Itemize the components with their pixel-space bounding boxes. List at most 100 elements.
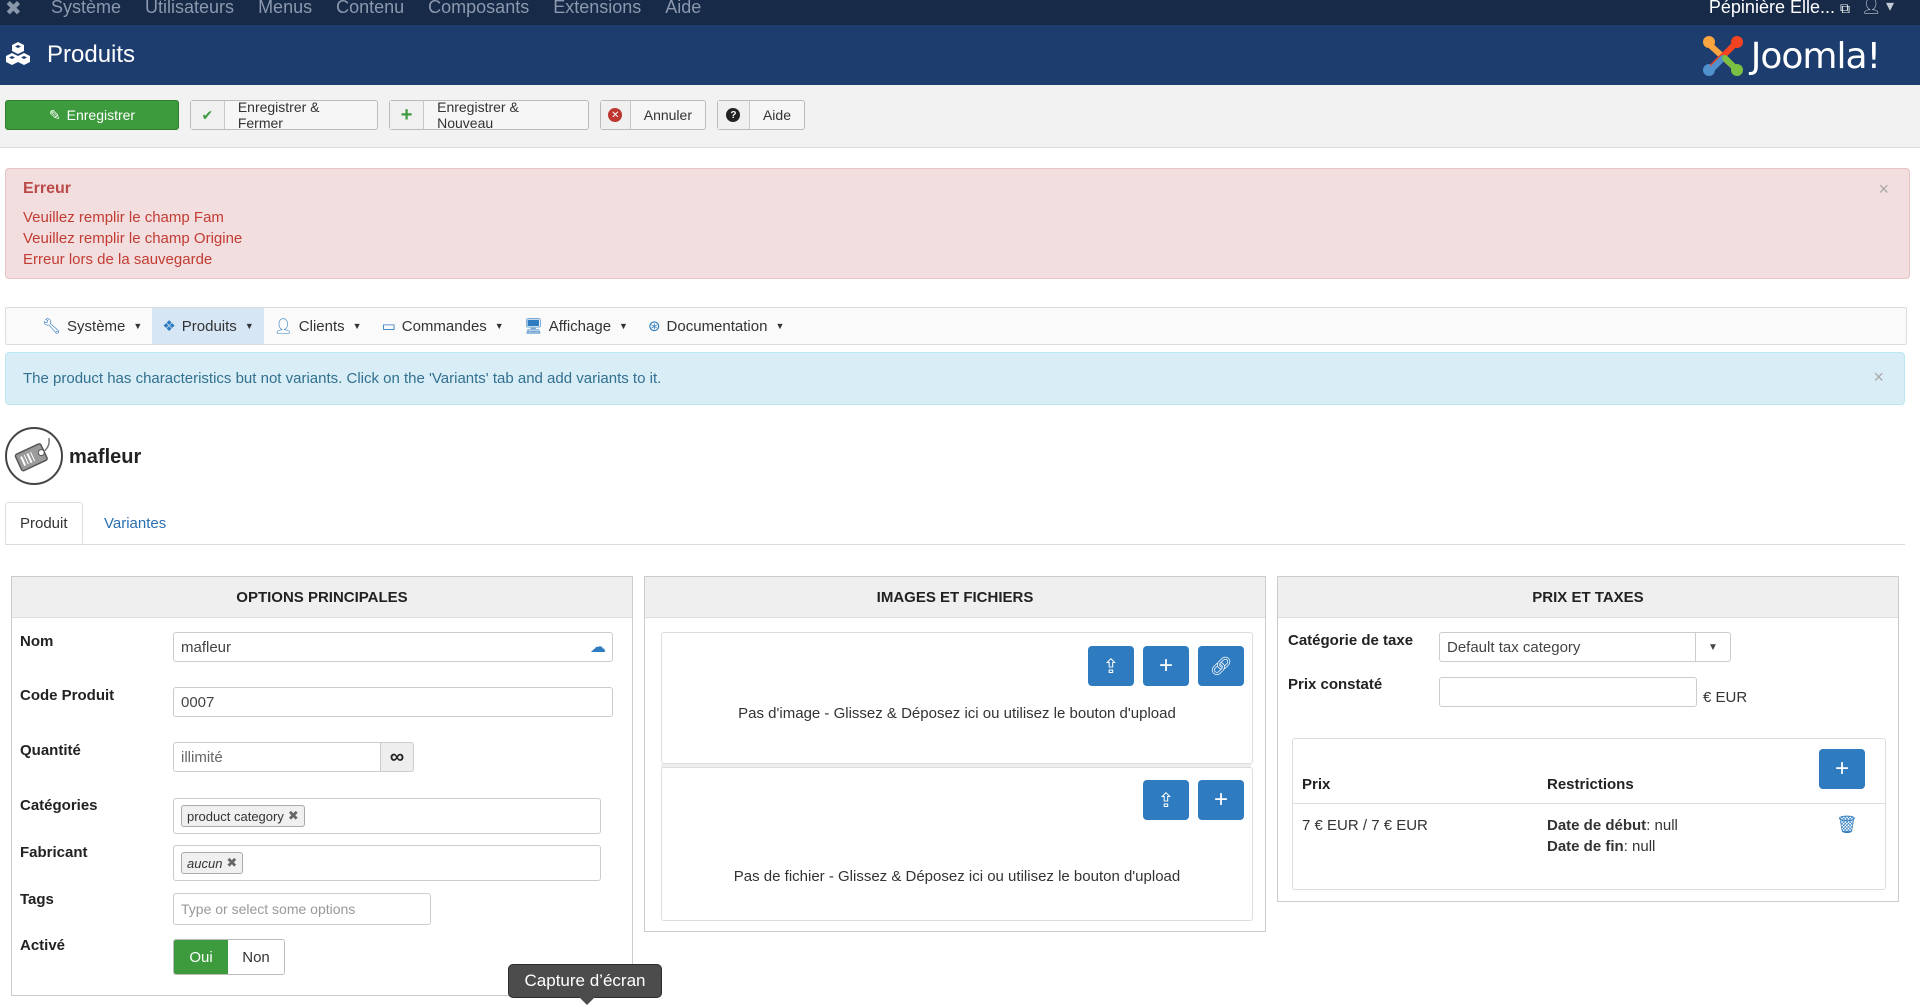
menu-menus[interactable]: Menus — [258, 0, 312, 18]
start-date-value: : null — [1646, 817, 1678, 834]
infinity-icon: ∞ — [389, 745, 405, 768]
menu-help[interactable]: Aide — [665, 0, 701, 18]
listed-price-input[interactable] — [1439, 677, 1697, 707]
error-message: Veuillez remplir le champ Fam — [23, 209, 224, 226]
name-label: Nom — [20, 633, 54, 650]
subnav-clients[interactable]: 👤︎ Clients ▼ — [264, 308, 372, 344]
categories-label: Catégories — [20, 797, 98, 814]
page-title: Produits — [47, 41, 136, 68]
tags-placeholder: Type or select some options — [181, 901, 356, 917]
infinity-button[interactable]: ∞ — [380, 742, 414, 772]
yes-option[interactable]: Oui — [174, 940, 228, 974]
help-label: Aide — [762, 107, 791, 123]
subnav-system[interactable]: 🔧︎ Système ▼ — [6, 308, 152, 344]
admin-menu: Système Utilisateurs Menus Contenu Compo… — [51, 0, 701, 18]
product-tag-icon — [5, 427, 63, 485]
subnav-documentation[interactable]: ⊛ Documentation ▼ — [638, 308, 794, 344]
menu-components[interactable]: Composants — [428, 0, 529, 18]
listed-price-label: Prix constaté — [1288, 676, 1383, 693]
price-tax-panel: PRIX ET TAXES Catégorie de taxe Default … — [1277, 576, 1899, 902]
wrench-icon: 🔧︎ — [42, 318, 62, 335]
subnav-orders[interactable]: ▭ Commandes ▼ — [372, 308, 514, 344]
user-icon[interactable]: 👤︎ ▾ — [1861, 0, 1894, 16]
component-menu: 🔧︎ Système ▼ ❖ Produits ▼ 👤︎ Clients ▼ ▭… — [5, 307, 1907, 345]
help-button[interactable]: ? Aide — [717, 100, 805, 130]
quantity-label: Quantité — [20, 742, 81, 759]
no-file-text: Pas de fichier - Glissez & Déposez ici o… — [733, 868, 1181, 885]
tax-category-select[interactable]: Default tax category ▼ — [1439, 632, 1731, 662]
manufacturer-chip[interactable]: aucun ✖ — [181, 852, 244, 874]
product-tabs: Produit Variantes — [5, 502, 1905, 545]
quantity-input[interactable]: illimité — [173, 742, 381, 772]
tags-input[interactable]: Type or select some options — [173, 893, 431, 925]
menu-users[interactable]: Utilisateurs — [145, 0, 234, 18]
joomla-small-icon[interactable]: ✖ — [5, 0, 22, 21]
lifebuoy-icon: ⊛ — [647, 318, 661, 335]
save-close-button[interactable]: ✔ Enregistrer & Fermer — [190, 99, 378, 131]
add-file-button[interactable]: + — [1198, 780, 1244, 820]
site-link[interactable]: Pépinière Elle... ⧉ — [1709, 0, 1850, 18]
manufacturer-chip-label: aucun — [187, 855, 223, 871]
product-code-input[interactable]: 0007 — [173, 687, 613, 717]
upload-icon: ⇪ — [1102, 655, 1120, 678]
upload-image-button[interactable]: ⇪ — [1088, 646, 1134, 686]
close-icon[interactable]: × — [1878, 179, 1889, 200]
category-chip-label: product category — [187, 808, 284, 824]
tooltip-text: Capture d’écran — [524, 971, 646, 990]
images-files-panel: IMAGES ET FICHIERS ⇪ + 🔗︎ Pas d'image - … — [644, 576, 1266, 932]
product-code-value: 0007 — [181, 693, 215, 711]
price-value: 7 € EUR / 7 € EUR — [1302, 817, 1428, 834]
monitor-icon: 🖥︎ — [523, 318, 543, 335]
tab-label: Variantes — [104, 514, 167, 532]
remove-icon[interactable]: ✖ — [288, 808, 299, 824]
end-date: Date de fin: null — [1547, 838, 1655, 855]
close-icon[interactable]: × — [1873, 367, 1884, 388]
active-toggle: Oui Non — [173, 939, 285, 975]
edit-icon: ✎ — [48, 106, 61, 123]
menu-content[interactable]: Contenu — [336, 0, 404, 18]
add-image-button[interactable]: + — [1143, 646, 1189, 686]
link-image-button[interactable]: 🔗︎ — [1198, 646, 1244, 686]
restrictions-column-header: Restrictions — [1547, 776, 1634, 793]
price-column-header: Prix — [1302, 776, 1331, 793]
category-chip[interactable]: product category ✖ — [181, 805, 305, 827]
tab-product[interactable]: Produit — [5, 502, 83, 544]
tab-label: Produit — [20, 514, 68, 532]
upload-file-button[interactable]: ⇪ — [1143, 780, 1189, 820]
quantity-value: illimité — [181, 748, 223, 766]
tab-variants[interactable]: Variantes — [90, 502, 180, 544]
file-dropzone[interactable]: ⇪ + Pas de fichier - Glissez & Déposez i… — [661, 767, 1253, 921]
joomla-wordmark: Joomla! — [1750, 35, 1881, 77]
no-option[interactable]: Non — [228, 940, 284, 974]
subnav-display[interactable]: 🖥︎ Affichage ▼ — [514, 308, 638, 344]
menu-extensions[interactable]: Extensions — [553, 0, 641, 18]
save-button[interactable]: ✎ Enregistrer — [5, 100, 179, 130]
cancel-button[interactable]: ✕ Annuler — [600, 100, 706, 130]
add-price-button[interactable]: + — [1819, 749, 1865, 789]
joomla-logo-icon — [1702, 36, 1743, 76]
manufacturer-select[interactable]: aucun ✖ — [173, 845, 601, 881]
subnav-products[interactable]: ❖ Produits ▼ — [152, 308, 264, 344]
cancel-label: Annuler — [643, 107, 692, 123]
subnav-label: Système — [67, 317, 126, 335]
translate-icon[interactable]: ☁︎ — [590, 637, 606, 657]
caret-down-icon[interactable]: ▼ — [1695, 633, 1730, 661]
save-new-button[interactable]: + Enregistrer & Nouveau — [389, 99, 589, 131]
trash-icon[interactable]: 🗑︎ — [1836, 815, 1858, 835]
error-message: Erreur lors de la sauvegarde — [23, 251, 213, 268]
cancel-circle-icon: ✕ — [601, 101, 631, 129]
plus-icon: + — [1158, 652, 1173, 679]
categories-select[interactable]: product category ✖ — [173, 798, 601, 834]
image-dropzone[interactable]: ⇪ + 🔗︎ Pas d'image - Glissez & Déposez i… — [661, 632, 1253, 764]
price-table: Prix Restrictions + 7 € EUR / 7 € EUR Da… — [1292, 738, 1886, 890]
tax-category-value: Default tax category — [1447, 638, 1581, 656]
menu-system[interactable]: Système — [51, 0, 121, 18]
name-input[interactable]: mafleur ☁︎ — [173, 632, 613, 662]
subnav-label: Produits — [181, 317, 237, 335]
question-circle-icon: ? — [718, 101, 750, 129]
panel-title: OPTIONS PRINCIPALES — [12, 577, 632, 618]
subnav-label: Documentation — [666, 317, 768, 335]
cubes-icon — [6, 42, 30, 65]
save-button-label: Enregistrer — [66, 107, 136, 123]
remove-icon[interactable]: ✖ — [226, 855, 237, 871]
